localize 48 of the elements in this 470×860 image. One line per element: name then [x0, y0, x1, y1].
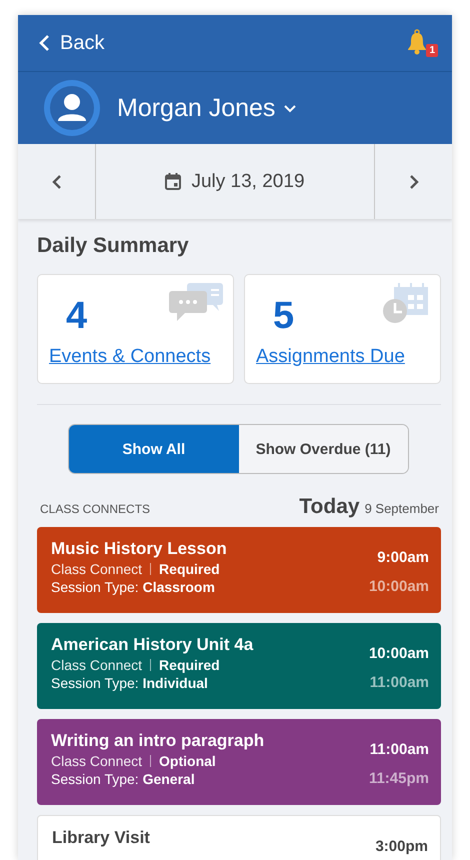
caret-icon	[283, 104, 298, 112]
event-category: Class Connect	[51, 755, 152, 767]
event-card[interactable]: Writing an intro paragraph Class Connect Optional Session Type: General 11:00am 11:45pm	[37, 719, 441, 805]
event-title: Writing an intro paragraph	[51, 731, 264, 751]
end-time: 11:45pm	[368, 770, 429, 787]
event-title: Music History Lesson	[51, 539, 227, 559]
section-label: CLASS CONNECTS	[40, 502, 152, 516]
avatar-icon	[44, 80, 100, 136]
chat-bubbles-icon	[169, 283, 223, 321]
start-time: 9:00am	[377, 549, 429, 566]
summary-count: 5	[273, 295, 294, 338]
event-card[interactable]: Library Visit 3:00pm	[37, 815, 441, 860]
chevron-left-icon	[52, 174, 62, 190]
calendar-icon	[165, 173, 182, 190]
event-title: American History Unit 4a	[51, 635, 254, 655]
event-card[interactable]: Music History Lesson Class Connect Required Session Type: Classroom 9:00am 10:00am	[37, 527, 441, 613]
end-time: 11:00am	[370, 674, 429, 691]
section-heading: Daily Summary	[37, 234, 190, 258]
event-title: Library Visit	[52, 828, 150, 848]
calendar-clock-icon	[382, 283, 430, 325]
session-type: Session Type: Classroom	[51, 579, 216, 595]
summary-card[interactable]: 4 Events & Connects	[37, 274, 234, 384]
session-type: Session Type: General	[51, 771, 196, 787]
end-time: 10:00am	[368, 578, 429, 595]
profile-dropdown[interactable]: Morgan Jones	[117, 94, 298, 122]
start-time: 10:00am	[368, 645, 429, 662]
summary-link[interactable]: Assignments Due	[256, 346, 405, 368]
notification-badge: 1	[426, 44, 438, 57]
filter-tab[interactable]: Show All	[69, 425, 238, 473]
event-card[interactable]: American History Unit 4a Class Connect Required Session Type: Individual 10:00am 11:00am	[37, 623, 441, 709]
summary-card[interactable]: 5 Assignments Due	[244, 274, 441, 384]
chevron-right-icon	[408, 174, 418, 190]
start-time: 3:00pm	[375, 838, 428, 855]
bell-icon[interactable]	[406, 29, 428, 55]
summary-count: 4	[66, 295, 88, 338]
event-requirement: Required	[159, 561, 220, 577]
day-label: Today	[299, 495, 360, 519]
event-category: Class Connect	[51, 659, 152, 671]
current-date[interactable]: July 13, 2019	[191, 170, 305, 192]
event-requirement: Optional	[159, 753, 216, 769]
session-type: Session Type: Individual	[51, 675, 209, 691]
back-button[interactable]: Back	[38, 32, 104, 54]
day-date: 9 September	[364, 501, 439, 516]
summary-link[interactable]: Events & Connects	[49, 346, 211, 368]
start-time: 11:00am	[370, 741, 429, 758]
back-icon	[38, 34, 50, 52]
event-category: Class Connect	[51, 563, 152, 575]
event-requirement: Required	[159, 657, 220, 673]
